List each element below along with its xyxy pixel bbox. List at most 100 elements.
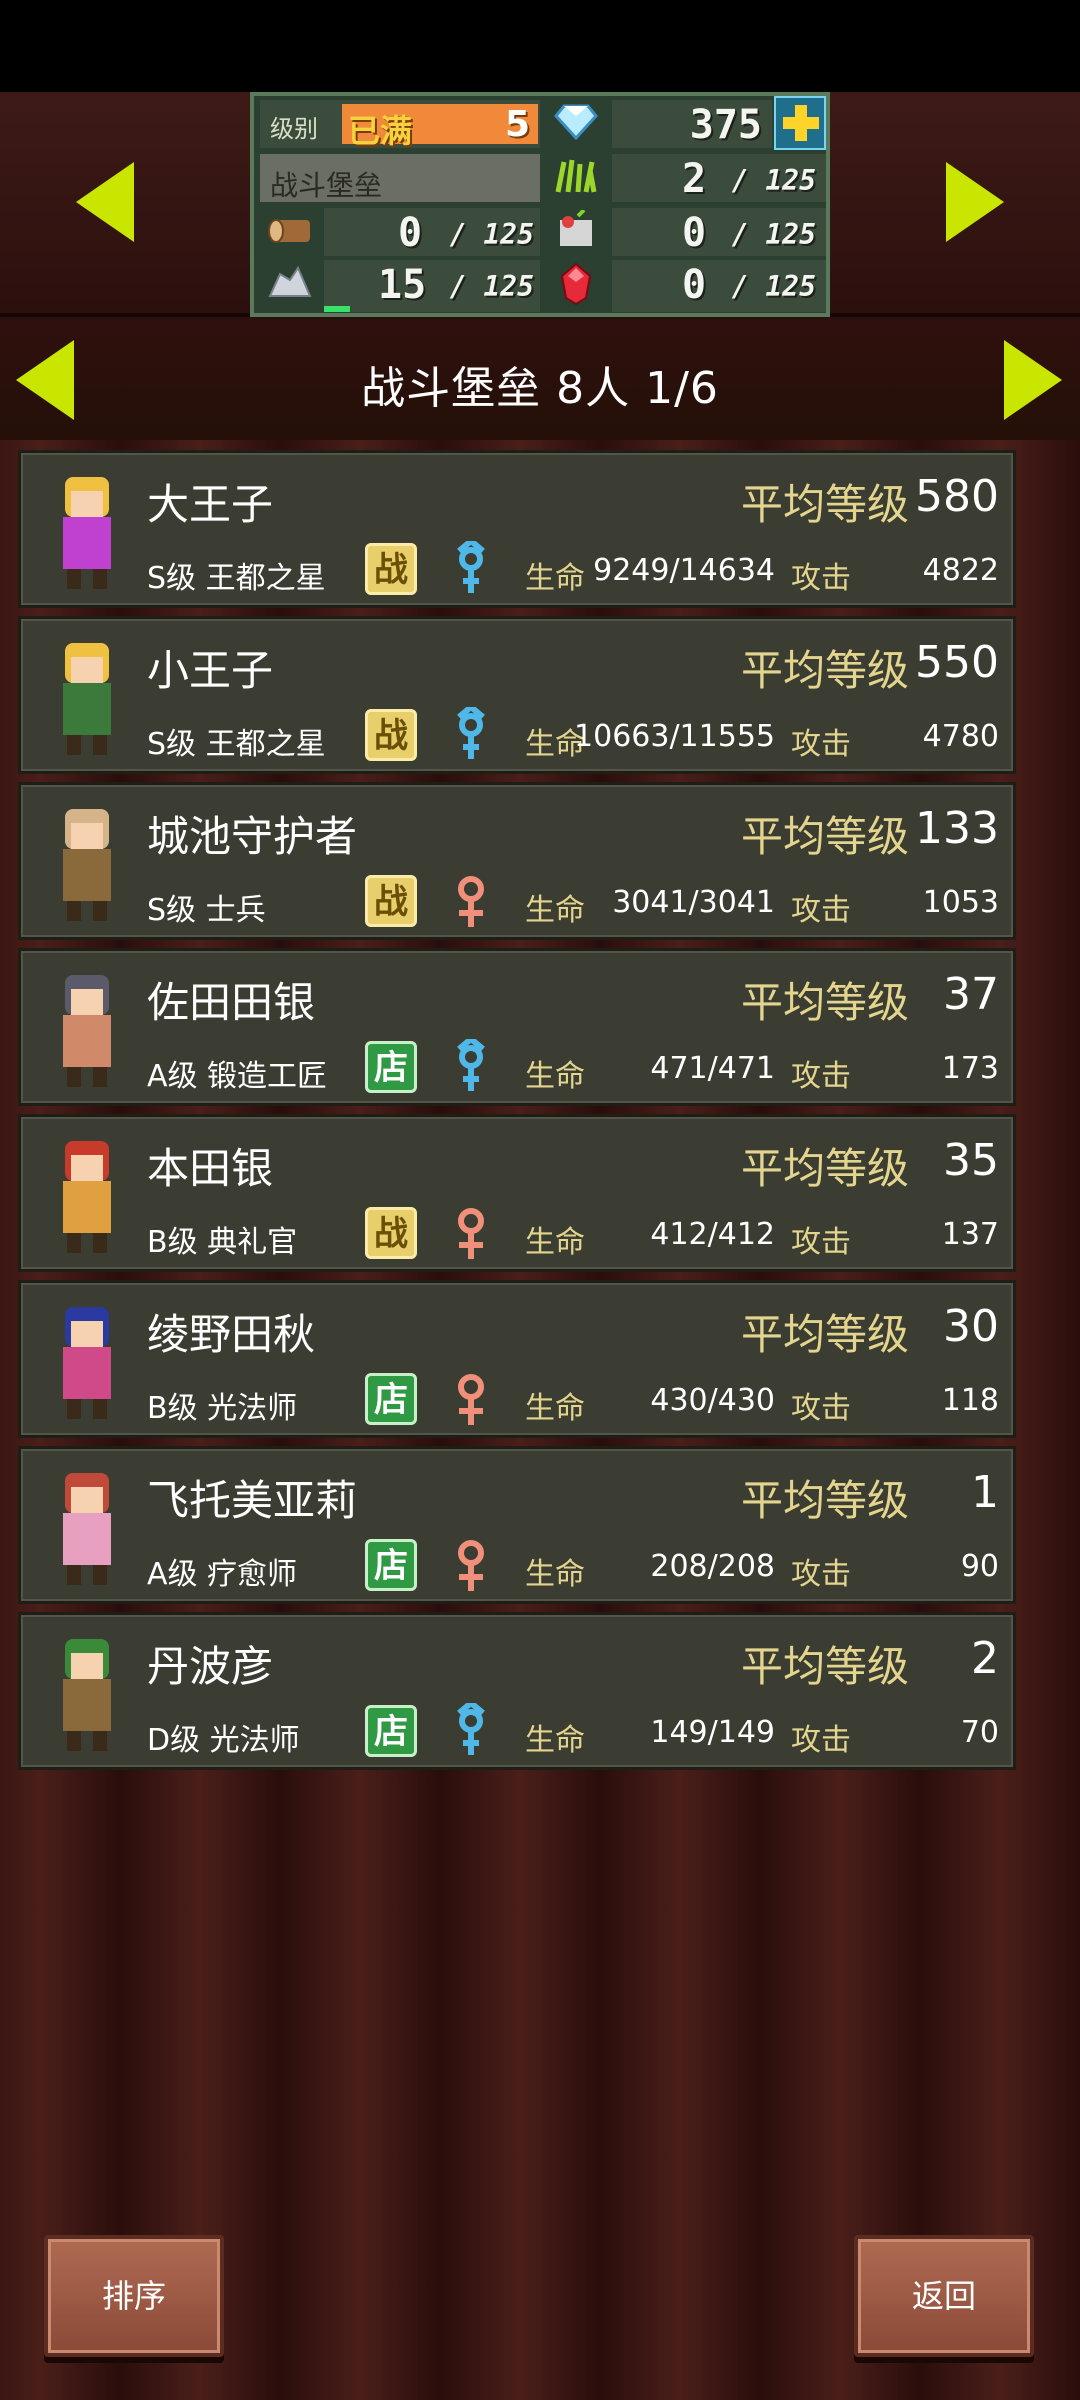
attack-value: 173: [941, 1051, 999, 1086]
avg-level-value: 30: [943, 1301, 999, 1352]
unit-card[interactable]: 飞托美亚莉 平均等级 1 A级 疗愈师 店 生命 208/208 攻击 90: [18, 1446, 1016, 1604]
avg-level-label: 平均等级: [741, 1642, 910, 1691]
unit-name: 丹波彦: [147, 1642, 274, 1691]
unit-card[interactable]: 大王子 平均等级 580 S级 王都之星 战 生命 9249/14634 攻击 4822: [18, 450, 1016, 608]
hp-label: 生命: [525, 1557, 585, 1592]
building-name: 战斗堡垒: [270, 169, 383, 202]
food-icon: [550, 208, 602, 252]
wood-cell: 0 / 125: [324, 208, 540, 256]
shop-badge: 店: [365, 1373, 417, 1425]
back-button[interactable]: 返回: [854, 2235, 1034, 2357]
unit-name: 佐田田银: [147, 978, 316, 1027]
avg-level-value: 133: [915, 803, 999, 854]
sort-button[interactable]: 排序: [44, 2235, 224, 2357]
status-bar: [0, 0, 1080, 92]
male-icon: [451, 1699, 491, 1759]
wood-cap: / 125: [449, 218, 534, 251]
female-icon: [451, 1537, 491, 1593]
building-name-cell: 战斗堡垒: [260, 154, 540, 202]
add-gem-button[interactable]: [774, 96, 826, 150]
food-value: 0: [682, 210, 707, 256]
unit-name: 城池守护者: [147, 812, 358, 861]
grass-value: 2: [682, 156, 707, 202]
avg-level-value: 2: [971, 1633, 999, 1684]
battle-badge: 战: [365, 543, 417, 595]
unit-card[interactable]: 城池守护者 平均等级 133 S级 士兵 战 生命 3041/3041 攻击 1053: [18, 782, 1016, 940]
attack-value: 137: [941, 1217, 999, 1252]
unit-card[interactable]: 绫野田秋 平均等级 30 B级 光法师 店 生命 430/430 攻击 118: [18, 1280, 1016, 1438]
page-title: 战斗堡垒 8人 1/6: [361, 363, 719, 414]
unit-rank-job: S级 王都之星: [147, 561, 326, 596]
grass-icon: [550, 154, 602, 198]
ore-value: 15: [378, 262, 427, 308]
hp-value: 10663/11555: [574, 719, 775, 754]
unit-name: 飞托美亚莉: [147, 1476, 358, 1525]
unit-card[interactable]: 丹波彦 平均等级 2 D级 光法师 店 生命 149/149 攻击 70: [18, 1612, 1016, 1770]
attack-label: 攻击: [791, 1059, 851, 1094]
unit-name: 小王子: [147, 646, 274, 695]
unit-card[interactable]: 小王子 平均等级 550 S级 王都之星战生命 10663/11555 攻击 4780: [18, 616, 1016, 774]
level-value: 5: [504, 104, 530, 145]
wood-icon: [264, 208, 316, 252]
hp-label: 生命: [525, 1723, 585, 1758]
hp-label: 生命: [525, 893, 585, 928]
avg-level-label: 平均等级: [741, 978, 910, 1027]
unit-avatar: [27, 955, 147, 1095]
hp-value: 412/412: [650, 1217, 775, 1252]
unit-card[interactable]: 佐田田银 平均等级 37 A级 锻造工匠 店 生命 471/471 攻击 173: [18, 948, 1016, 1106]
ore-icon: [264, 260, 316, 304]
prev-building-arrow-icon[interactable]: [76, 162, 134, 242]
unit-avatar: [27, 457, 147, 597]
ruby-cell: 0 / 125: [612, 260, 826, 312]
ore-cell: 15 / 125: [324, 260, 540, 312]
attack-value: 4780: [922, 719, 999, 754]
gem-value: 375: [689, 102, 762, 148]
attack-value: 1053: [922, 885, 999, 920]
attack-label: 攻击: [791, 1225, 851, 1260]
avg-level-value: 580: [915, 471, 999, 522]
avg-level-value: 37: [943, 969, 999, 1020]
unit-avatar: [27, 1287, 147, 1427]
female-icon: [451, 1371, 491, 1427]
unit-avatar: [27, 1453, 147, 1593]
avg-level-value: 35: [943, 1135, 999, 1186]
avg-level-label: 平均等级: [741, 1476, 910, 1525]
level-max-bar: 已满 5: [342, 104, 538, 150]
hp-value: 149/149: [650, 1715, 775, 1750]
gem-cell: 375: [612, 100, 772, 148]
attack-label: 攻击: [791, 561, 851, 596]
hp-value: 430/430: [650, 1383, 775, 1418]
ore-cap: / 125: [449, 270, 534, 303]
unit-name: 大王子: [147, 480, 274, 529]
unit-avatar: [27, 623, 147, 763]
hp-value: 208/208: [650, 1549, 775, 1584]
attack-value: 118: [941, 1383, 999, 1418]
unit-rank-job: A级 疗愈师: [147, 1557, 298, 1592]
attack-label: 攻击: [791, 1723, 851, 1758]
diamond-icon: [550, 100, 602, 144]
avg-level-label: 平均等级: [741, 812, 910, 861]
hp-label: 生命: [525, 1225, 585, 1260]
battle-badge: 战: [365, 1207, 417, 1259]
unit-name: 本田银: [147, 1144, 274, 1193]
unit-card[interactable]: 本田银 平均等级 35 B级 典礼官 战 生命 412/412 攻击 137: [18, 1114, 1016, 1272]
unit-rank-job: S级 王都之星: [147, 727, 326, 762]
avg-level-label: 平均等级: [741, 480, 910, 529]
hp-label: 生命: [525, 1059, 585, 1094]
unit-rank-job: S级 士兵: [147, 893, 266, 928]
hp-value: 3041/3041: [612, 885, 775, 920]
avg-level-label: 平均等级: [741, 646, 910, 695]
attack-value: 90: [960, 1549, 999, 1584]
hp-value: 471/471: [650, 1051, 775, 1086]
next-building-arrow-icon[interactable]: [946, 162, 1004, 242]
male-icon: [451, 537, 491, 597]
attack-label: 攻击: [791, 1391, 851, 1426]
attack-label: 攻击: [791, 893, 851, 928]
wood-value: 0: [398, 210, 423, 256]
grass-cap: / 125: [731, 164, 816, 197]
unit-rank-job: B级 典礼官: [147, 1225, 298, 1260]
avg-level-value: 1: [971, 1467, 999, 1518]
level-cell: 级别 已满 5: [260, 100, 540, 150]
male-icon: [451, 1035, 491, 1095]
plus-icon: [783, 105, 819, 141]
